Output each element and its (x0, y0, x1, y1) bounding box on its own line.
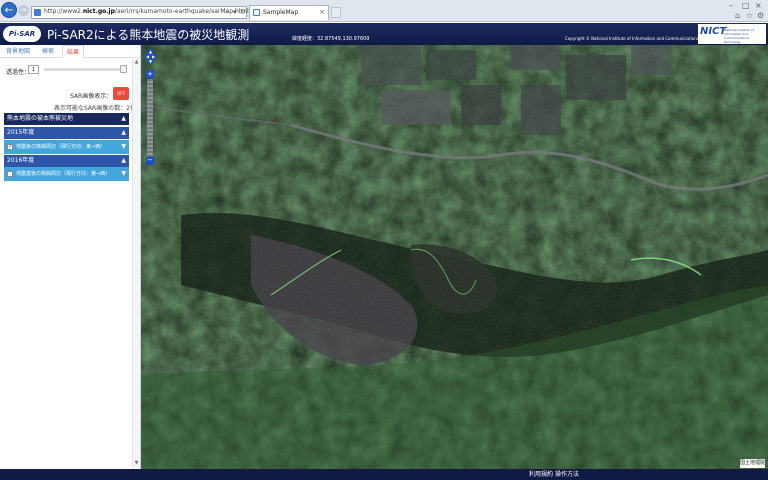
maximize-icon[interactable]: □ (742, 1, 750, 10)
chevron-up-icon: ▲ (121, 129, 126, 136)
dropdown-icon[interactable]: ▾ (233, 8, 237, 16)
tab-background-map[interactable]: 背景地図 (2, 45, 34, 58)
sar-display-toggle[interactable]: OFF (113, 87, 129, 100)
favicon-icon (34, 9, 41, 16)
slider-handle[interactable] (120, 65, 127, 73)
available-count: 表示可能なSAR画像の数：2件 (54, 105, 137, 112)
chevron-down-icon: ▼ (121, 143, 126, 150)
address-bar[interactable]: http://www2.nict.go.jp/aeri/rrs/kumamoto… (31, 6, 249, 19)
nict-logo: NICT National Institute of Information a… (698, 24, 766, 44)
close-window-icon[interactable]: × (755, 1, 762, 10)
year-header-2015[interactable]: 2015年度 ▲ (4, 127, 129, 139)
terms-link[interactable]: 利用規約 (529, 469, 553, 480)
tab-results[interactable]: 結果 (62, 45, 84, 58)
item-checkbox[interactable]: ✓ (7, 144, 13, 150)
tab-samplemap[interactable]: SampleMap × (249, 5, 329, 20)
page-icon (253, 9, 260, 16)
list-item[interactable]: ✓ 地震後の熊曲周辺（飛行方向：東→西） ▼ (4, 140, 129, 154)
url-text: http://www2.nict.go.jp/aeri/rrs/kumamoto… (44, 8, 249, 15)
item-checkbox[interactable] (7, 171, 13, 177)
scroll-down-icon[interactable]: ▼ (133, 460, 140, 468)
footer: 利用規約 操作方法 (0, 469, 768, 480)
howto-link[interactable]: 操作方法 (555, 469, 579, 480)
chevron-up-icon: ▲ (121, 157, 126, 164)
page-title: Pi-SAR2による熊本地震の被災地観測 (47, 28, 250, 42)
zoom-slider[interactable] (147, 79, 153, 156)
tab-search[interactable]: 検索 (34, 45, 62, 58)
app-header: Pi-SAR Pi-SAR2による熊本地震の被災地観測 緯度経度：32.8754… (0, 23, 768, 45)
back-icon[interactable]: ← (1, 2, 17, 18)
close-tab-icon[interactable]: × (319, 8, 325, 16)
pi-sar-logo: Pi-SAR (3, 26, 41, 42)
map-attribution[interactable]: 国土地理院 (740, 459, 765, 468)
sar-display-label: SAR画像表示： (70, 93, 113, 100)
sidebar: 背景地図 検索 結果 透過性： 1 SAR画像表示： OFF 表示可能なSAR画… (0, 45, 141, 469)
zoom-out-button[interactable]: − (146, 157, 154, 165)
chevron-down-icon: ▼ (121, 170, 126, 177)
transparency-slider[interactable] (44, 68, 124, 71)
scroll-up-icon[interactable]: ▲ (133, 59, 140, 67)
new-tab-button[interactable] (331, 7, 341, 18)
transparency-label: 透過性： (6, 69, 31, 76)
minimize-icon[interactable]: – (729, 1, 733, 10)
chevron-up-icon: ▲ (121, 115, 126, 122)
transparency-input[interactable]: 1 (28, 65, 39, 74)
sar-image (141, 45, 768, 469)
list-item[interactable]: 地震直後の熊曲周辺（飛行方向：東→西） ▼ (4, 167, 129, 181)
pan-down-icon[interactable]: ▼ (148, 59, 153, 64)
favorites-icon[interactable]: ☆ (746, 11, 753, 20)
sidebar-scrollbar[interactable]: ▲ ▼ (132, 59, 140, 468)
settings-icon[interactable]: ⚙ (757, 11, 764, 20)
forward-icon[interactable]: → (18, 5, 29, 16)
year-header-2016[interactable]: 2016年度 ▲ (4, 155, 129, 167)
tab-title: SampleMap (263, 9, 299, 16)
browser-chrome: ← → http://www2.nict.go.jp/aeri/rrs/kuma… (0, 0, 768, 22)
sidebar-tabs: 背景地図 検索 結果 (0, 45, 141, 58)
search-icon[interactable]: ⌕ (225, 8, 229, 17)
sar-map[interactable] (141, 45, 768, 469)
home-icon[interactable]: ⌂ (735, 11, 740, 20)
zoom-in-button[interactable]: + (146, 70, 154, 78)
coordinate-readout: 緯度経度：32.87549,130.97609 (292, 36, 370, 42)
main-section-header[interactable]: 熊本地震の被本熊被災地 ▲ (4, 113, 129, 125)
refresh-icon[interactable]: ↻ (240, 8, 246, 16)
